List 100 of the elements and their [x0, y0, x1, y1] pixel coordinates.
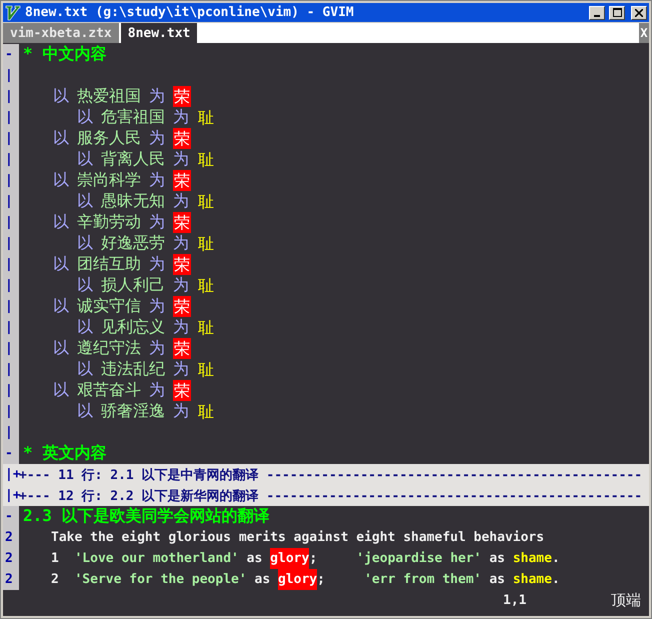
fold-marker: - — [3, 443, 19, 464]
code-text: as — [488, 571, 506, 589]
motto-word: 以 — [53, 296, 70, 317]
shame-mark: 耻 — [197, 275, 215, 296]
motto-word: 为 — [173, 107, 190, 128]
motto-word: 为 — [173, 149, 190, 170]
maximize-button[interactable] — [609, 6, 625, 20]
honor-mark: 荣 — [173, 170, 191, 191]
quoted-text: 'jeopardise her' — [356, 550, 482, 568]
motto-word: 为 — [149, 338, 166, 359]
motto-word: 以 — [53, 86, 70, 107]
code-text: 2 — [51, 571, 60, 589]
code-text: . — [552, 571, 560, 589]
motto-word: 以 — [77, 359, 94, 380]
motto-phrase: 背离人民 — [101, 149, 166, 170]
motto-word: 为 — [173, 401, 190, 422]
motto-phrase: 热爱祖国 — [77, 86, 142, 107]
motto-word: 为 — [173, 317, 190, 338]
motto-phrase: 辛勤劳动 — [77, 212, 142, 233]
highlighted-word: glory — [278, 569, 318, 590]
fold-marker: | — [3, 254, 19, 275]
folded-line[interactable]: +--- 12 行: 2.2 以下是新华网的翻译 ------------------------------------------------ — [19, 486, 642, 504]
honor-mark: 荣 — [173, 86, 191, 107]
motto-word: 为 — [173, 359, 190, 380]
motto-word: 以 — [77, 317, 94, 338]
fold-marker: | — [3, 401, 19, 422]
motto-word: 以 — [77, 233, 94, 254]
quoted-text: 'Love our motherland' — [74, 550, 239, 568]
shame-mark: 耻 — [197, 191, 215, 212]
fold-marker: | — [3, 275, 19, 296]
fold-marker: | — [3, 233, 19, 254]
fold-marker: 2 — [3, 548, 19, 569]
vim-logo-icon — [5, 4, 21, 20]
fold-marker: - — [3, 44, 19, 65]
minimize-icon — [594, 14, 600, 16]
motto-word: 为 — [149, 254, 166, 275]
motto-word: 以 — [77, 107, 94, 128]
motto-word: 以 — [53, 212, 70, 233]
fold-marker: | — [3, 380, 19, 401]
fold-marker: | — [3, 107, 19, 128]
motto-phrase: 遵纪守法 — [77, 338, 142, 359]
fold-marker: 2 — [3, 569, 19, 590]
motto-word: 以 — [77, 401, 94, 422]
motto-phrase: 服务人民 — [77, 128, 142, 149]
honor-mark: 荣 — [173, 212, 191, 233]
fold-marker: | — [3, 149, 19, 170]
fold-marker: | — [3, 338, 19, 359]
motto-phrase: 危害祖国 — [101, 107, 166, 128]
close-button[interactable] — [631, 6, 647, 20]
motto-word: 以 — [53, 254, 70, 275]
motto-word: 为 — [173, 191, 190, 212]
shame-mark: 耻 — [197, 317, 215, 338]
fold-marker: | — [3, 212, 19, 233]
section-heading: * 中文内容 — [23, 44, 106, 65]
motto-word: 以 — [53, 128, 70, 149]
fold-marker: | — [3, 191, 19, 212]
motto-word: 以 — [77, 275, 94, 296]
motto-phrase: 违法乱纪 — [101, 359, 166, 380]
fold-marker: | — [3, 128, 19, 149]
code-text: ; — [317, 571, 326, 589]
honor-mark: 荣 — [173, 296, 191, 317]
fold-marker: | — [3, 65, 19, 86]
fold-marker: | — [3, 86, 19, 107]
motto-phrase: 好逸恶劳 — [101, 233, 166, 254]
shame-mark: 耻 — [197, 107, 215, 128]
fold-marker: - — [3, 506, 19, 527]
motto-word: 为 — [173, 233, 190, 254]
motto-word: 为 — [173, 275, 190, 296]
scroll-position: 顶端 — [611, 591, 641, 610]
close-tab-button[interactable]: X — [639, 23, 649, 43]
tab[interactable]: 8new.txt — [120, 23, 198, 43]
cursor-position: 1,1 — [503, 593, 526, 608]
motto-phrase: 愚昧无知 — [101, 191, 166, 212]
honor-mark: 荣 — [173, 128, 191, 149]
motto-word: 为 — [149, 128, 166, 149]
fold-marker: |+ — [5, 488, 21, 503]
folded-line[interactable]: +--- 11 行: 2.1 以下是中青网的翻译 ------------------------------------------------ — [19, 466, 642, 484]
code-text: as — [488, 550, 506, 568]
code-text: Take the eight glorious merits against eight shameful behaviors — [51, 529, 544, 547]
highlighted-word: glory — [270, 548, 310, 569]
honor-mark: 荣 — [173, 338, 191, 359]
window-title: 8new.txt (g:\study\it\pconline\vim) - GVIM — [25, 5, 355, 20]
section-heading: 2.3 以下是欧美同学会网站的翻译 — [23, 506, 270, 527]
shame-mark: 耻 — [197, 233, 215, 254]
fold-marker: |+ — [5, 467, 21, 482]
quoted-text: 'Serve for the people' — [74, 571, 247, 589]
code-text: 1 — [51, 550, 60, 568]
motto-word: 为 — [149, 296, 166, 317]
motto-word: 以 — [53, 380, 70, 401]
motto-phrase: 艰苦奋斗 — [77, 380, 142, 401]
motto-word: 以 — [77, 191, 94, 212]
motto-phrase: 团结互助 — [77, 254, 142, 275]
section-heading: * 英文内容 — [23, 443, 106, 464]
fold-marker: | — [3, 296, 19, 317]
close-icon — [635, 8, 643, 16]
motto-word: 为 — [149, 212, 166, 233]
fold-marker: | — [3, 422, 19, 443]
keyword-text: shame — [512, 571, 552, 589]
minimize-button[interactable] — [589, 6, 605, 20]
code-text: ; — [309, 550, 318, 568]
